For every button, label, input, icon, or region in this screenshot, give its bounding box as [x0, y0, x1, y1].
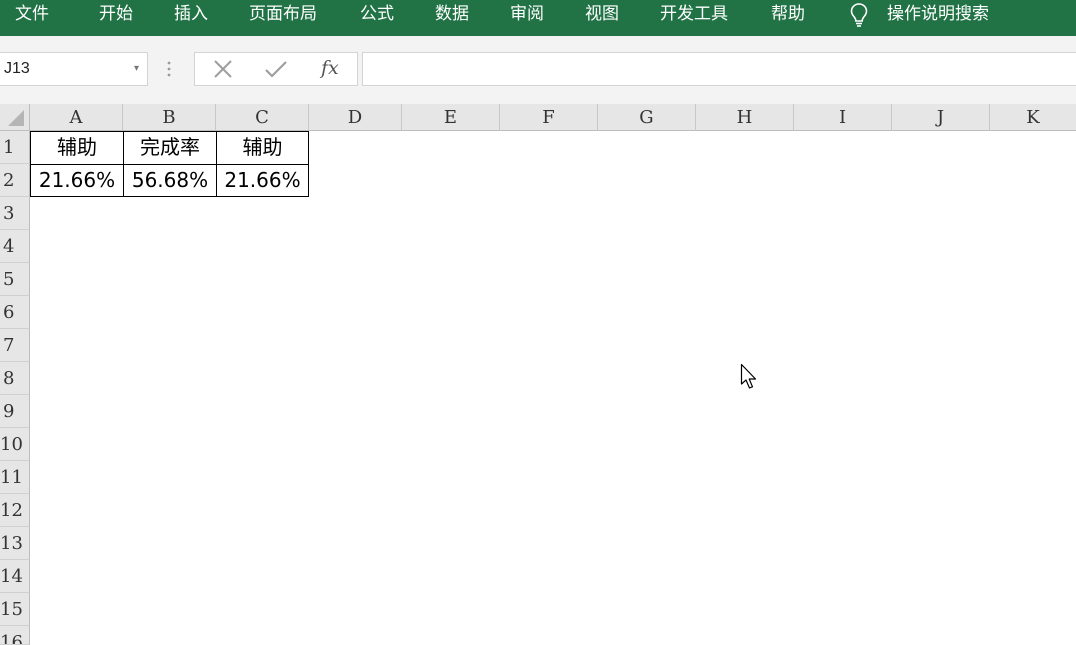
tab-review[interactable]: 审阅	[510, 3, 544, 25]
mouse-pointer-icon	[740, 363, 757, 389]
row-header-16[interactable]: 16	[0, 626, 30, 645]
column-header-a[interactable]: A	[30, 104, 123, 131]
tab-page-layout[interactable]: 页面布局	[249, 3, 317, 25]
tab-developer[interactable]: 开发工具	[660, 3, 728, 25]
row-header-3[interactable]: 3	[0, 197, 30, 230]
name-box-value: J13	[4, 60, 30, 77]
column-header-i[interactable]: I	[794, 104, 892, 131]
row-header-13[interactable]: 13	[0, 527, 30, 560]
row-header-7[interactable]: 7	[0, 329, 30, 362]
row-header-10[interactable]: 10	[0, 428, 30, 461]
row-header-12[interactable]: 12	[0, 494, 30, 527]
chevron-down-icon[interactable]: ▾	[134, 63, 139, 74]
cell-a1[interactable]: 辅助	[30, 131, 124, 165]
tab-file[interactable]: 文件	[15, 3, 49, 25]
row-header-4[interactable]: 4	[0, 230, 30, 263]
formula-input[interactable]	[362, 52, 1076, 86]
column-header-h[interactable]: H	[696, 104, 794, 131]
column-header-k[interactable]: K	[990, 104, 1076, 131]
cell-b1[interactable]: 完成率	[123, 131, 217, 165]
row-header-2[interactable]: 2	[0, 164, 30, 197]
column-header-j[interactable]: J	[892, 104, 990, 131]
cancel-x-icon[interactable]	[211, 53, 235, 85]
cell-b2[interactable]: 56.68%	[123, 164, 217, 197]
ribbon-tab-bar: 文件 开始 插入 页面布局 公式 数据 审阅 视图 开发工具 帮助 操作说明搜索	[0, 0, 1076, 36]
cell-c1[interactable]: 辅助	[216, 131, 309, 165]
tab-data[interactable]: 数据	[435, 3, 469, 25]
row-header-6[interactable]: 6	[0, 296, 30, 329]
formula-bar-area: J13 ▾ fx	[0, 36, 1076, 104]
row-header-11[interactable]: 11	[0, 461, 30, 494]
tab-insert[interactable]: 插入	[174, 3, 208, 25]
vertical-dots-icon[interactable]	[166, 57, 172, 81]
column-header-b[interactable]: B	[123, 104, 216, 131]
column-header-c[interactable]: C	[216, 104, 309, 131]
formula-buttons: fx	[194, 52, 358, 86]
tab-formulas[interactable]: 公式	[360, 3, 394, 25]
cell-a2[interactable]: 21.66%	[30, 164, 124, 197]
tell-me-search[interactable]: 操作说明搜索	[887, 3, 989, 25]
column-header-g[interactable]: G	[598, 104, 696, 131]
select-all-triangle-icon	[8, 110, 24, 126]
lightbulb-icon[interactable]	[848, 1, 870, 29]
row-header-5[interactable]: 5	[0, 263, 30, 296]
tab-home[interactable]: 开始	[99, 3, 133, 25]
column-header-f[interactable]: F	[500, 104, 598, 131]
row-header-1[interactable]: 1	[0, 131, 30, 164]
select-all-button[interactable]	[0, 104, 30, 131]
row-header-8[interactable]: 8	[0, 362, 30, 395]
row-header-14[interactable]: 14	[0, 560, 30, 593]
tab-view[interactable]: 视图	[585, 3, 619, 25]
row-header-9[interactable]: 9	[0, 395, 30, 428]
enter-check-icon[interactable]	[263, 53, 289, 85]
column-header-d[interactable]: D	[309, 104, 402, 131]
cell-c2[interactable]: 21.66%	[216, 164, 309, 197]
column-header-e[interactable]: E	[402, 104, 500, 131]
tab-help[interactable]: 帮助	[771, 3, 805, 25]
name-box[interactable]: J13 ▾	[0, 52, 148, 86]
row-header-15[interactable]: 15	[0, 593, 30, 626]
insert-function-icon[interactable]: fx	[321, 57, 339, 79]
